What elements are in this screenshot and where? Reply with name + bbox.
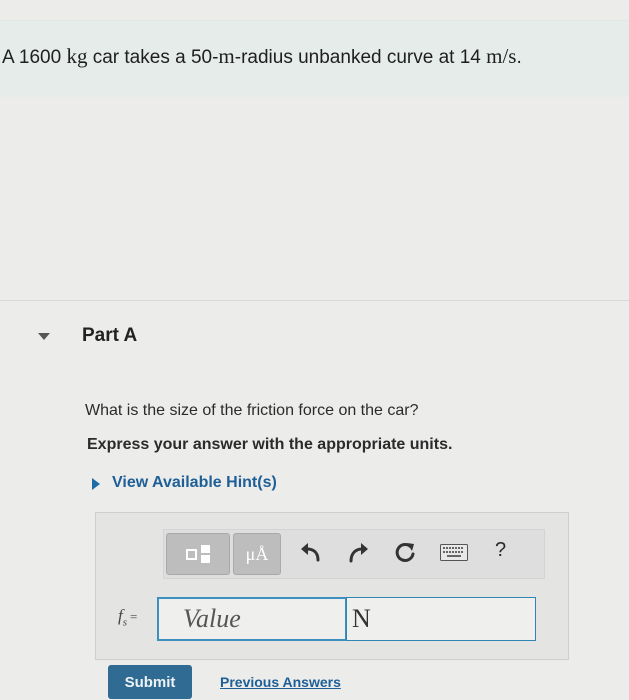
question-text: What is the size of the friction force o… (85, 402, 419, 419)
unit-input[interactable] (346, 597, 536, 641)
problem-middle: car takes a 50- (92, 47, 219, 68)
previous-answers-link[interactable]: Previous Answers (220, 674, 341, 690)
value-input[interactable] (157, 597, 347, 641)
collapse-caret-icon[interactable] (38, 333, 50, 340)
variable-subscript: s (122, 616, 128, 629)
problem-period: . (516, 47, 522, 68)
answer-variable-label: fs = (118, 606, 137, 628)
reset-icon[interactable] (392, 540, 418, 566)
instruction-text: Express your answer with the appropriate… (87, 436, 453, 453)
templates-icon (186, 545, 210, 563)
templates-button[interactable] (166, 533, 230, 575)
undo-icon[interactable] (298, 540, 324, 566)
mass-unit: kg (66, 44, 88, 68)
redo-icon[interactable] (345, 540, 371, 566)
equals-sign: = (130, 609, 138, 624)
units-button[interactable]: μÅ (233, 533, 281, 575)
view-hints-link[interactable]: View Available Hint(s) (112, 474, 277, 492)
problem-statement: A 1600 kg car takes a 50-m-radius unbank… (2, 44, 522, 69)
radius-unit: m (218, 44, 235, 68)
submit-button[interactable]: Submit (108, 665, 192, 699)
help-icon[interactable]: ? (495, 539, 506, 562)
speed-unit: m/s (486, 44, 517, 68)
problem-radius-text: -radius unbanked curve at 14 (234, 47, 481, 68)
keyboard-icon[interactable] (440, 544, 468, 561)
problem-prefix: A 1600 (2, 47, 62, 68)
section-divider (0, 300, 629, 301)
hint-arrow-icon[interactable] (92, 478, 100, 490)
part-title: Part A (82, 325, 138, 346)
